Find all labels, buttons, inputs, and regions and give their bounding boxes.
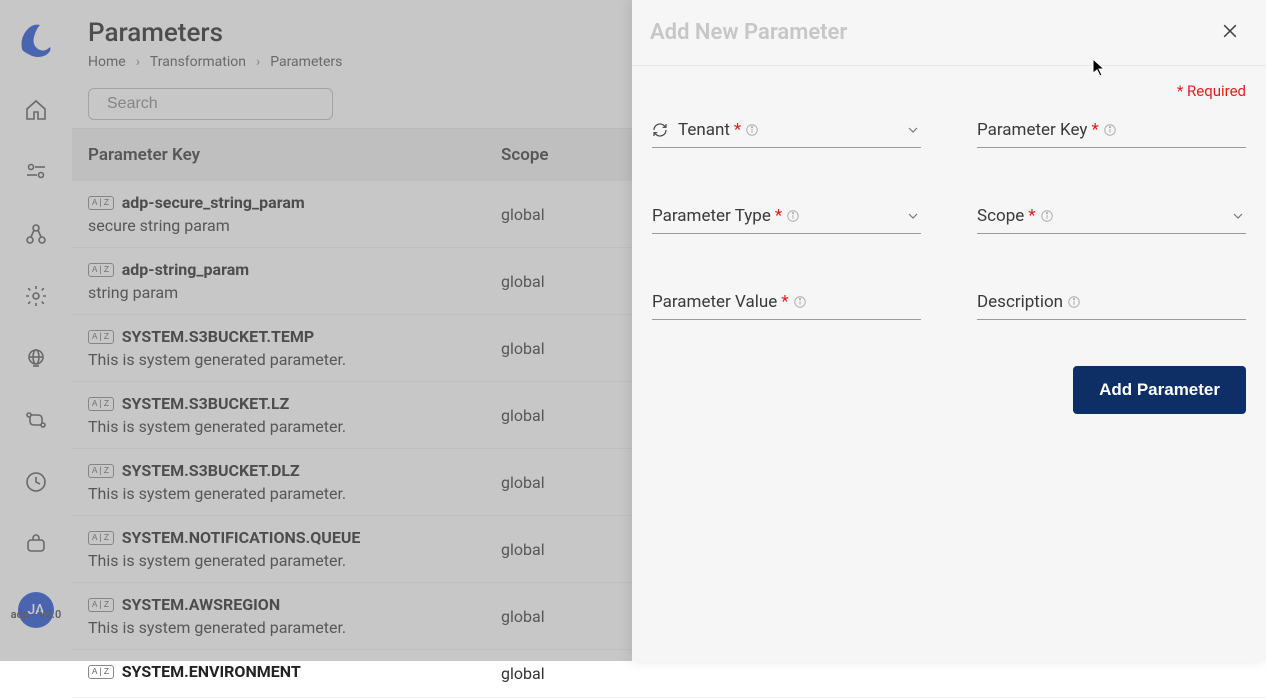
info-icon[interactable]: [1040, 209, 1054, 223]
scope-select[interactable]: Scope *: [977, 204, 1246, 234]
info-icon[interactable]: [1067, 295, 1081, 309]
parameter-value-label: Parameter Value: [652, 292, 777, 312]
parameter-key-label: Parameter Key: [977, 120, 1087, 140]
info-icon[interactable]: [786, 209, 800, 223]
chevron-down-icon: [1230, 208, 1246, 224]
close-icon[interactable]: [1220, 21, 1244, 45]
parameter-scope: global: [485, 660, 1266, 687]
description-label: Description: [977, 292, 1063, 312]
refresh-icon[interactable]: [652, 122, 668, 138]
parameter-key-input[interactable]: Parameter Key *: [977, 118, 1246, 148]
scope-label: Scope: [977, 206, 1024, 226]
required-indicator: * Required: [632, 66, 1266, 100]
info-icon[interactable]: [793, 295, 807, 309]
panel-title: Add New Parameter: [650, 20, 847, 45]
parameter-type-select[interactable]: Parameter Type *: [652, 204, 921, 234]
parameter-type-label: Parameter Type: [652, 206, 771, 226]
info-icon[interactable]: [1103, 123, 1117, 137]
add-parameter-button[interactable]: Add Parameter: [1073, 366, 1246, 414]
description-input[interactable]: Description: [977, 290, 1246, 320]
type-badge-icon: A|Z: [88, 665, 114, 679]
parameter-key-name: SYSTEM.ENVIRONMENT: [122, 662, 301, 681]
tenant-label: Tenant: [678, 120, 730, 140]
chevron-down-icon: [905, 208, 921, 224]
parameter-value-input[interactable]: Parameter Value *: [652, 290, 921, 320]
chevron-down-icon: [905, 122, 921, 138]
add-parameter-panel: Add New Parameter * Required Tenant * Pa…: [632, 0, 1266, 661]
info-icon[interactable]: [745, 123, 759, 137]
tenant-select[interactable]: Tenant *: [652, 118, 921, 148]
